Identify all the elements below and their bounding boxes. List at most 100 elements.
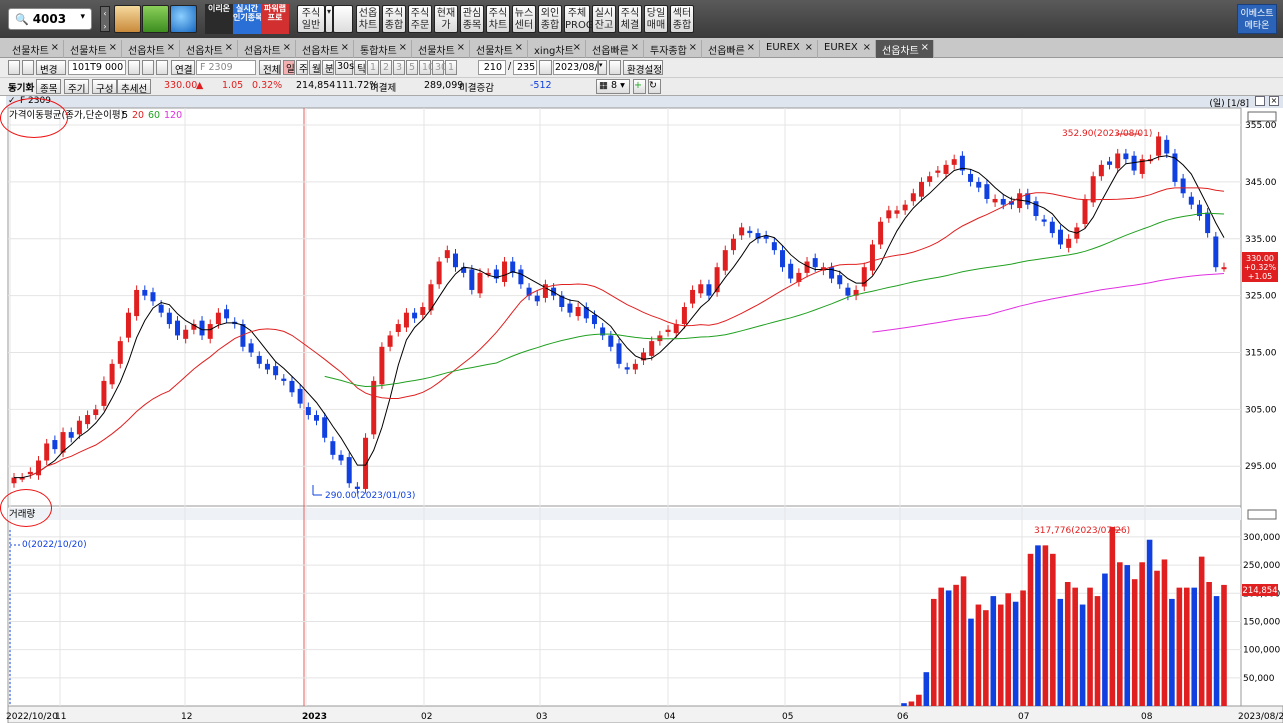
volume-tick-label: 100,000 [1243,646,1280,656]
candle [85,415,91,425]
candle [1107,161,1113,165]
x-tick-label: 2023/08/22 [1238,712,1283,722]
volume-bar [1064,582,1071,706]
candle [698,284,704,294]
volume-bar [975,604,982,706]
candle [747,230,753,234]
candle [1049,221,1055,234]
x-axis-strip [7,705,1283,723]
candle [11,477,17,484]
volume-bar [1154,570,1160,706]
high-annotation: 352.90(2023/08/01) [1062,129,1152,139]
candle [886,210,892,219]
volume-tick-label: 250,000 [1243,561,1280,571]
candle [984,184,990,199]
candle [403,312,409,328]
candle [878,221,884,245]
current-price-box-text: 330.00 [1246,254,1274,263]
price-tick-label: 325.00 [1245,292,1277,302]
candle [616,343,622,364]
volume-bar [1183,587,1190,706]
candle [510,261,516,273]
volume-pane [7,505,1242,707]
candle [281,378,287,381]
candle [992,198,998,203]
volume-bar [1005,593,1011,706]
candle [109,363,115,385]
price-tick-label: 335.00 [1245,235,1277,245]
volume-bar [1042,545,1049,706]
pane-control-icon [1247,509,1277,520]
candle [869,244,875,271]
x-tick-label: 03 [536,712,547,722]
volume-bar [1050,553,1056,706]
candle [1213,236,1219,268]
volume-bar [1146,539,1153,706]
candle [722,250,728,271]
x-tick-label: 11 [55,712,66,722]
candle [68,432,74,438]
volume-bar [1117,562,1123,706]
candle [919,181,924,197]
x-tick-label: 02 [421,712,432,722]
volume-bar [1027,553,1034,706]
candle [943,164,949,174]
candle [322,417,328,438]
candle [379,346,385,385]
candle [93,409,99,416]
candle [248,343,254,353]
candle [117,341,123,364]
candle [910,193,916,202]
price-volume-chart[interactable]: 2022/10/2011 12 2023 02 03 04 05 06 07 08 2023/08/… [0,0,1283,723]
candle [273,366,279,376]
candle [142,289,148,296]
price-tick-label: 315.00 [1245,348,1277,358]
candle [289,380,295,393]
volume-bar [908,701,915,706]
candle [1156,136,1162,156]
volume-bar [1221,584,1227,706]
candle [861,267,867,287]
volume-bar [1213,596,1220,706]
volume-tick-label: 150,000 [1243,617,1280,627]
candle [183,329,189,339]
candle [354,486,360,489]
x-tick-label: 07 [1018,712,1029,722]
volume-bar [938,587,945,706]
highlight-circle-volume [0,489,52,527]
volume-tick-label: 300,000 [1243,533,1280,543]
candle [534,295,540,302]
candle [657,335,663,342]
candle [845,287,851,296]
candle [412,312,418,319]
candle [608,335,614,347]
candle [420,307,426,315]
candle [264,363,270,370]
volume-bar [1079,604,1086,706]
price-tick-label: 295.00 [1245,462,1277,472]
candle [363,437,369,489]
candle [387,335,393,347]
x-tick-label: 2023 [302,712,327,722]
candle [730,238,736,251]
volume-bar [1012,601,1019,706]
volume-bar [1094,596,1101,706]
volume-bar [923,672,930,706]
candle [1164,139,1170,154]
volume-bar [1161,559,1168,706]
candle [224,309,230,319]
volume-high-annotation: 317,776(2023/07/26) [1034,526,1130,536]
candle [101,380,107,406]
highlight-circle-ma [0,98,68,138]
volume-header [8,508,1241,520]
candle [567,303,573,313]
candle [452,253,458,268]
volume-bar [990,596,997,706]
volume-bar [1169,598,1175,706]
candle [1000,198,1006,205]
candle [706,284,712,296]
candle [1221,267,1227,270]
volume-bar [1198,556,1205,706]
candle [771,242,777,251]
candle [665,329,671,333]
